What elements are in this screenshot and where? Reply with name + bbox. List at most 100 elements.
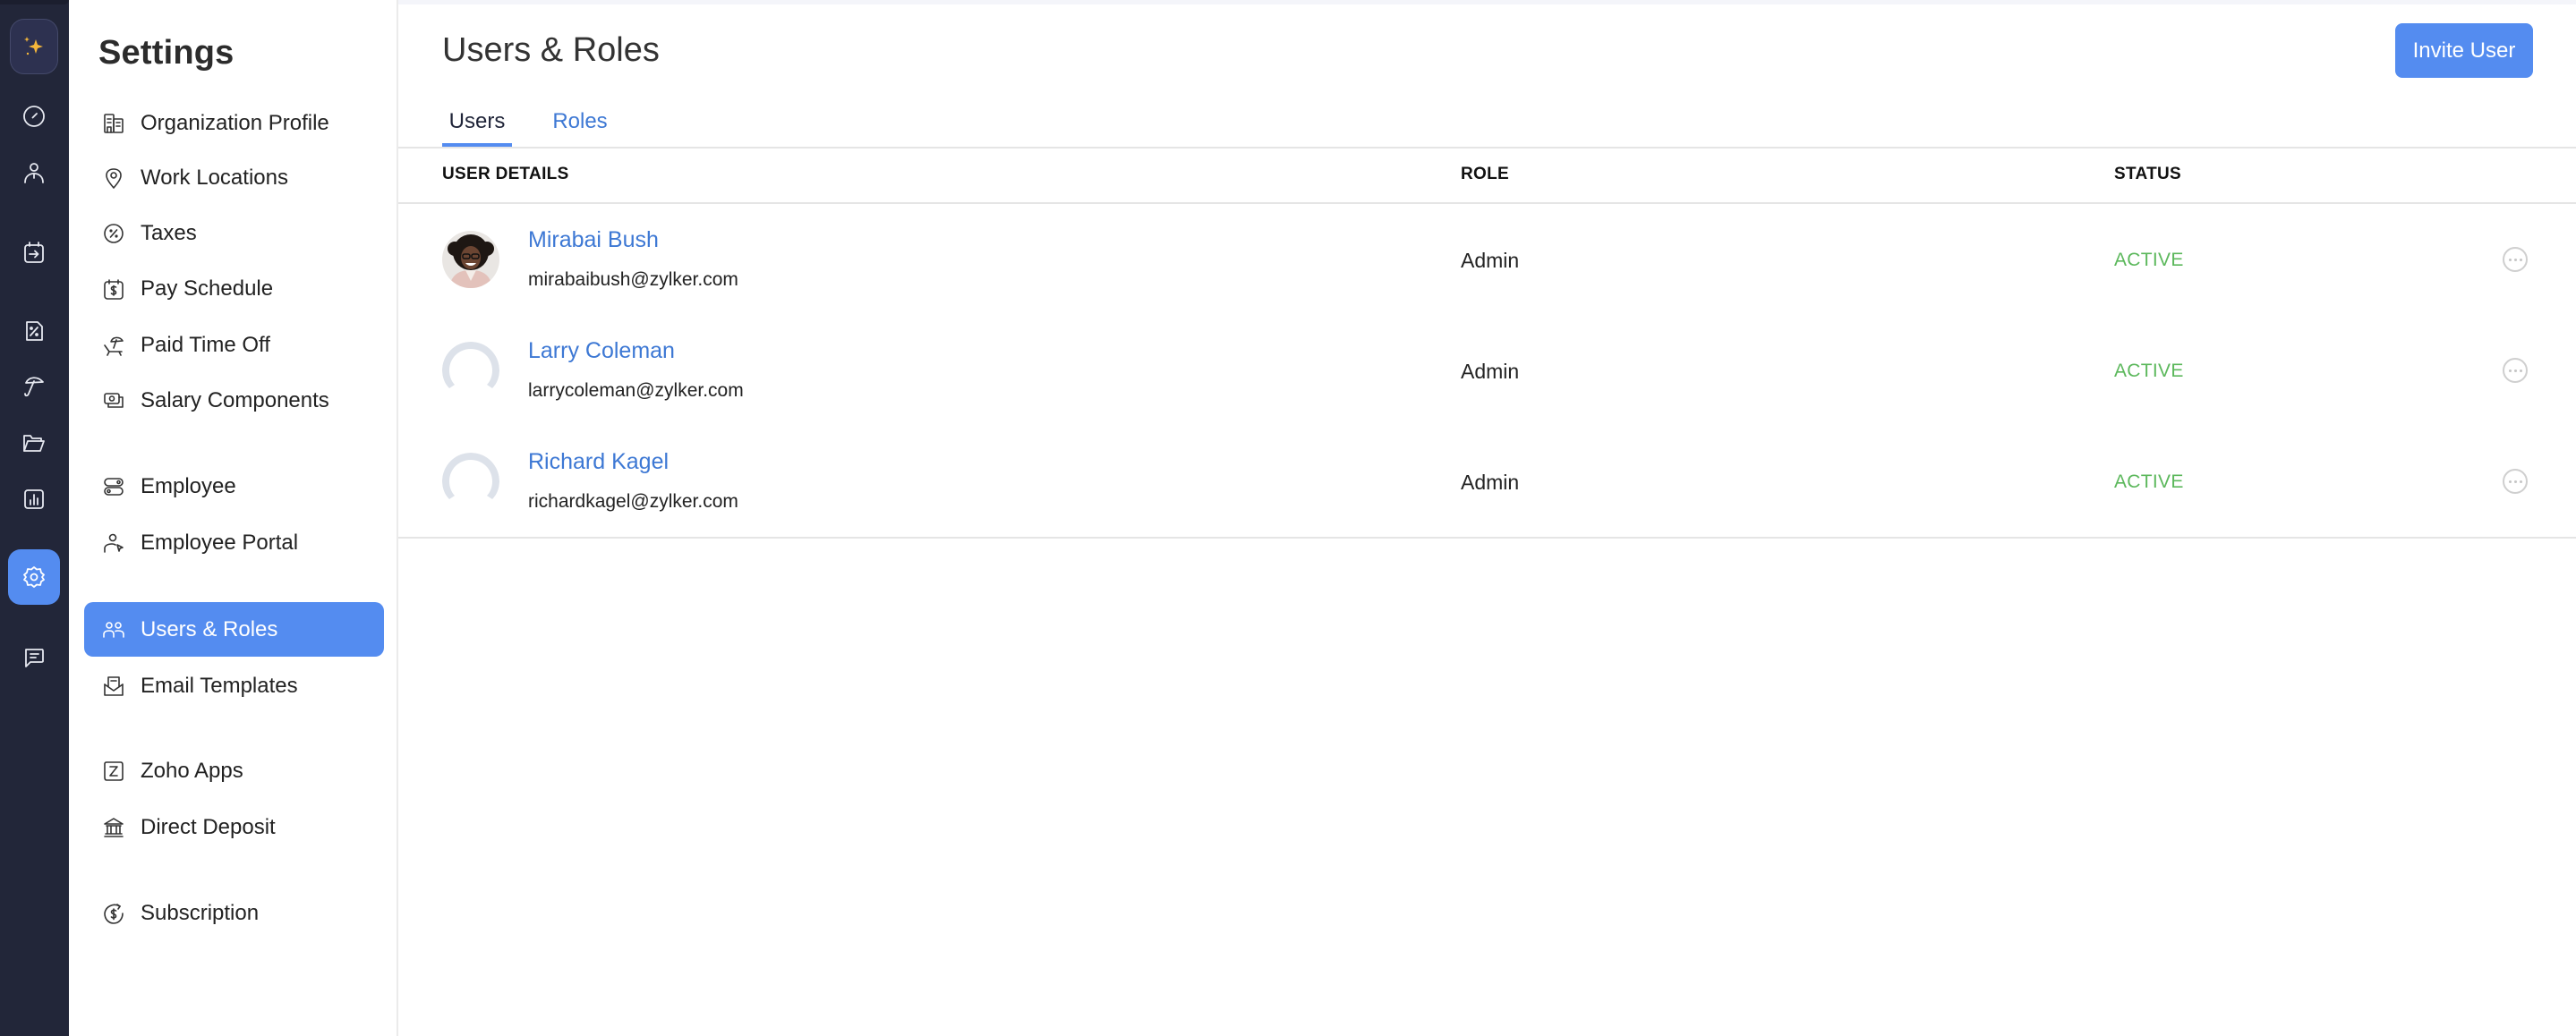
- mail-open-icon: [101, 674, 126, 699]
- rail-dashboard-button[interactable]: [10, 92, 58, 140]
- invite-user-button[interactable]: Invite User: [2395, 23, 2533, 78]
- status-badge: ACTIVE: [2114, 250, 2184, 270]
- sidebar-item-label: Zoho Apps: [141, 758, 243, 783]
- sidebar-item-taxes[interactable]: Taxes: [84, 206, 384, 260]
- sidebar-item-label: Paid Time Off: [141, 332, 270, 357]
- row-more-options-button[interactable]: [2503, 358, 2528, 383]
- rail-top-tab: [0, 0, 69, 4]
- sidebar-item-employee-portal[interactable]: Employee Portal: [84, 515, 384, 570]
- table-row: Richard Kagel richardkagel@zylker.com Ad…: [398, 426, 2576, 537]
- sidebar-item-subscription[interactable]: Subscription: [84, 886, 384, 940]
- dot-icon: [2513, 258, 2517, 261]
- user-photo-avatar: [442, 231, 499, 288]
- chat-icon: [25, 649, 44, 667]
- percent-circle-icon: [101, 221, 126, 246]
- rail-taxes-button[interactable]: [10, 306, 58, 354]
- money-icon: [101, 388, 126, 413]
- dot-icon: [2519, 480, 2522, 483]
- sidebar-item-label: Subscription: [141, 900, 260, 925]
- sidebar-item-label: Pay Schedule: [141, 276, 274, 301]
- column-header-user-details: USER DETAILS: [442, 165, 569, 183]
- dot-icon: [2508, 258, 2512, 261]
- user-role: Admin: [1461, 471, 1520, 494]
- sidebar-item-pay-schedule[interactable]: Pay Schedule: [84, 261, 384, 316]
- user-role: Admin: [1461, 360, 1520, 383]
- rail-ai-assistant-button[interactable]: [10, 19, 58, 74]
- sidebar-item-label: Employee Portal: [141, 530, 299, 555]
- gauge-icon: [23, 106, 45, 127]
- dot-icon: [2508, 369, 2512, 372]
- sidebar-item-employee[interactable]: Employee: [84, 459, 384, 514]
- user-role: Admin: [1461, 249, 1520, 272]
- settings-sidebar: Settings Organization Profile Work Locat…: [69, 0, 398, 1036]
- rail-benefits-button[interactable]: [10, 362, 58, 411]
- default-avatar-icon: [442, 342, 499, 388]
- dot-icon: [2519, 258, 2522, 261]
- percent-document-icon: [26, 321, 43, 341]
- sidebar-item-email-templates[interactable]: Email Templates: [84, 658, 384, 713]
- tabs: Users Roles: [442, 97, 2576, 147]
- sidebar-item-label: Work Locations: [141, 165, 288, 190]
- tab-roles[interactable]: Roles: [551, 97, 609, 147]
- user-name-link[interactable]: Richard Kagel: [528, 449, 669, 475]
- tab-users[interactable]: Users: [442, 97, 512, 147]
- user-name-link[interactable]: Mirabai Bush: [528, 227, 659, 253]
- user-name-link[interactable]: Larry Coleman: [528, 338, 675, 364]
- umbrella-icon: [24, 377, 44, 397]
- rail-employees-button[interactable]: [10, 149, 58, 197]
- sidebar-item-label: Users & Roles: [141, 616, 278, 641]
- gear-icon: [23, 566, 45, 588]
- table-row: Larry Coleman larrycoleman@zylker.com Ad…: [398, 315, 2576, 426]
- rail-feedback-button[interactable]: [10, 633, 58, 682]
- table-row: Mirabai Bush mirabaibush@zylker.com Admi…: [398, 204, 2576, 315]
- sidebar-item-zoho-apps[interactable]: Zoho Apps: [84, 743, 384, 798]
- table-header: USER DETAILS ROLE STATUS: [398, 147, 2576, 202]
- avatar: [442, 231, 499, 288]
- user-email: mirabaibush@zylker.com: [528, 269, 738, 290]
- map-pin-icon: [101, 166, 126, 191]
- dot-icon: [2513, 369, 2517, 372]
- bar-chart-icon: [24, 489, 44, 509]
- user-email: larrycoleman@zylker.com: [528, 380, 744, 401]
- zoho-z-icon: [101, 759, 126, 784]
- beach-chair-icon: [101, 333, 126, 358]
- building-icon: [101, 111, 126, 136]
- rail-settings-button[interactable]: [8, 549, 60, 605]
- user-email: richardkagel@zylker.com: [528, 491, 738, 512]
- calendar-arrow-icon: [24, 242, 44, 263]
- sidebar-item-direct-deposit[interactable]: Direct Deposit: [84, 800, 384, 854]
- sparkle-icon: [24, 37, 43, 55]
- sidebar-item-label: Organization Profile: [141, 110, 329, 135]
- rail-reports-button[interactable]: [10, 475, 58, 523]
- table-bottom-divider: [398, 537, 2576, 539]
- dot-icon: [2513, 480, 2517, 483]
- calendar-dollar-icon: [101, 276, 126, 301]
- rail-payruns-button[interactable]: [10, 228, 58, 276]
- sidebar-item-label: Direct Deposit: [141, 814, 276, 839]
- sidebar-item-label: Employee: [141, 473, 236, 498]
- sidebar-item-work-locations[interactable]: Work Locations: [84, 150, 384, 205]
- sidebar-item-users-roles[interactable]: Users & Roles: [84, 602, 384, 657]
- icon-rail: [0, 0, 69, 1036]
- sidebar-item-paid-time-off[interactable]: Paid Time Off: [84, 318, 384, 372]
- rail-documents-button[interactable]: [10, 419, 58, 467]
- sidebar-item-salary-components[interactable]: Salary Components: [84, 373, 384, 428]
- default-avatar-icon: [442, 453, 499, 499]
- sidebar-item-label: Salary Components: [141, 387, 329, 412]
- folder-icon: [23, 435, 45, 452]
- dot-icon: [2508, 480, 2512, 483]
- page-title: Users & Roles: [442, 31, 660, 69]
- bank-icon: [101, 815, 126, 840]
- person-icon: [24, 163, 44, 183]
- app-root: Settings Organization Profile Work Locat…: [0, 0, 2576, 1036]
- column-header-status: STATUS: [2114, 165, 2181, 183]
- users-icon: [101, 617, 126, 642]
- sidebar-item-organization-profile[interactable]: Organization Profile: [84, 96, 384, 150]
- sidebar-title: Settings: [98, 34, 235, 72]
- dot-icon: [2519, 369, 2522, 372]
- sidebar-item-label: Email Templates: [141, 673, 298, 698]
- row-more-options-button[interactable]: [2503, 247, 2528, 272]
- row-more-options-button[interactable]: [2503, 469, 2528, 494]
- user-pointer-icon: [101, 531, 126, 556]
- avatar-placeholder: [442, 342, 499, 399]
